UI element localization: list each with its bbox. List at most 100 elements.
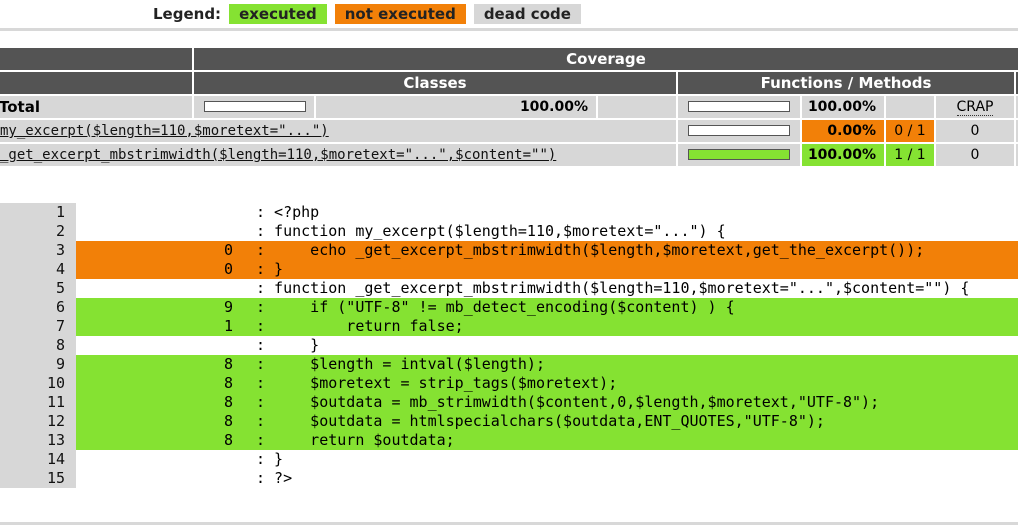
source-line: 9 8 : $length = intval($length);: [0, 355, 1018, 374]
source-line: 5 : function _get_excerpt_mbstrimwidth($l…: [0, 279, 1018, 298]
execution-count: 8: [223, 374, 233, 392]
classes-progress-bar: [204, 101, 306, 112]
code-line: 9 : if ("UTF-8" != mb_detect_encoding($co…: [76, 298, 1018, 317]
code-text: : return $outdata;: [256, 431, 455, 449]
source-line: 10 8 : $moretext = strip_tags($moretext);: [0, 374, 1018, 393]
code-line: 0 : }: [76, 260, 1018, 279]
code-line: : <?php: [76, 203, 1018, 222]
code-line: : ?>: [76, 469, 1018, 488]
code-line: : function my_excerpt($length=110,$moret…: [76, 222, 1018, 241]
code-line: 8 : return $outdata;: [76, 431, 1018, 450]
code-text: : }: [256, 450, 284, 468]
execution-count: 0: [223, 241, 233, 259]
execution-count: 8: [223, 431, 233, 449]
source-line: 14 : }: [0, 450, 1018, 469]
code-text: : $length = intval($length);: [256, 355, 545, 373]
source-line: 3 0 : echo _get_excerpt_mbstrimwidth($leng…: [0, 241, 1018, 260]
execution-count: 8: [223, 412, 233, 430]
my-excerpt-progress-bar: [688, 125, 790, 136]
code-line: 0 : echo _get_excerpt_mbstrimwidth($lengt…: [76, 241, 1018, 260]
header-blank: [0, 48, 192, 70]
coverage-row-get-excerpt: _get_excerpt_mbstrimwidth($length=110,$m…: [0, 144, 1018, 168]
classes-ratio: [598, 96, 676, 118]
functions-header: Functions / Methods: [678, 72, 1014, 94]
code-text: : function _get_excerpt_mbstrimwidth($le…: [256, 279, 970, 297]
code-text: : $outdata = htmlspecialchars($outdata,E…: [256, 412, 825, 430]
coverage-header: Coverage: [194, 48, 1018, 70]
total-func-bar-cell: [678, 96, 800, 118]
code-line: 1: return false;: [76, 317, 1018, 336]
row-name-total: Total: [0, 96, 192, 118]
source-line: 7 1: return false;: [0, 317, 1018, 336]
line-number: 8: [0, 336, 76, 355]
code-line: 8 : $moretext = strip_tags($moretext);: [76, 374, 1018, 393]
crap-label: CRAP: [956, 99, 994, 116]
get-excerpt-crap: 0: [936, 144, 1014, 166]
execution-count: 1: [223, 317, 233, 335]
line-number: 1: [0, 203, 76, 222]
line-number: 6: [0, 298, 76, 317]
line-number: 10: [0, 374, 76, 393]
line-number: 3: [0, 241, 76, 260]
total-func-progress-bar: [688, 101, 790, 112]
code-line: 8 : $length = intval($length);: [76, 355, 1018, 374]
legend-not-executed: not executed: [334, 4, 466, 24]
code-text: : }: [256, 336, 320, 354]
code-line: : }: [76, 450, 1018, 469]
source-line: 1 : <?php: [0, 203, 1018, 222]
top-divider: [0, 28, 1018, 31]
get-excerpt-progress-bar: [688, 149, 790, 160]
code-line: 8: $outdata = mb_strimwidth($content,0,$…: [76, 393, 1018, 412]
line-number: 4: [0, 260, 76, 279]
subheader-blank: [0, 72, 192, 94]
line-number: 9: [0, 355, 76, 374]
method-name-cell: _get_excerpt_mbstrimwidth($length=110,$m…: [0, 144, 676, 166]
coverage-row-total: Total 100.00% 100.00% CRAP: [0, 96, 1018, 120]
get-excerpt-ratio: 1 / 1: [886, 144, 934, 166]
line-number: 13: [0, 431, 76, 450]
code-text: : $moretext = strip_tags($moretext);: [256, 374, 618, 392]
source-listing: 1 : <?php 2 : function my_excerpt($length=1…: [0, 203, 1018, 488]
legend-executed: executed: [229, 4, 327, 24]
source-line: 4 0 : }: [0, 260, 1018, 279]
coverage-row-my-excerpt: my_excerpt($length=110,$moretext="...") …: [0, 120, 1018, 144]
source-line: 13 8 : return $outdata;: [0, 431, 1018, 450]
code-text: : function my_excerpt($length=110,$moret…: [256, 222, 726, 240]
code-text: : <?php: [256, 203, 320, 221]
source-line: 11 8: $outdata = mb_strimwidth($content,0…: [0, 393, 1018, 412]
method-link-get-excerpt[interactable]: _get_excerpt_mbstrimwidth($length=110,$m…: [0, 147, 556, 163]
method-link-my-excerpt[interactable]: my_excerpt($length=110,$moretext="..."): [0, 123, 329, 139]
execution-count: 8: [223, 393, 233, 411]
line-number: 5: [0, 279, 76, 298]
line-number: 7: [0, 317, 76, 336]
code-text: : echo _get_excerpt_mbstrimwidth($length…: [256, 241, 925, 259]
source-line: 12 8: $outdata = htmlspecialchars($outdat…: [0, 412, 1018, 431]
total-func-percent: 100.00%: [802, 96, 884, 118]
code-text: : }: [256, 260, 284, 278]
get-excerpt-percent: 100.00%: [802, 144, 884, 166]
execution-count: 9: [223, 298, 233, 316]
line-number: 15: [0, 469, 76, 488]
code-text: : ?>: [256, 469, 293, 487]
source-line: 15 : ?>: [0, 469, 1018, 488]
legend-dead-code: dead code: [473, 4, 581, 24]
legend-title: Legend:: [153, 5, 222, 23]
execution-count: 8: [223, 355, 233, 373]
crap-header: CRAP: [936, 96, 1014, 118]
code-text: : if ("UTF-8" != mb_detect_encoding($con…: [256, 298, 735, 316]
total-label: Total: [0, 98, 40, 116]
coverage-subheader-row: Classes Functions / Methods: [0, 72, 1018, 96]
method-name-cell: my_excerpt($length=110,$moretext="..."): [0, 120, 676, 142]
classes-bar-cell: [194, 96, 314, 118]
my-excerpt-percent: 0.00%: [802, 120, 884, 142]
line-number: 2: [0, 222, 76, 241]
execution-count: 0: [223, 260, 233, 278]
source-line: 6 9 : if ("UTF-8" != mb_detect_encoding($c…: [0, 298, 1018, 317]
source-line: 8 : }: [0, 336, 1018, 355]
my-excerpt-crap: 0: [936, 120, 1014, 142]
line-number: 11: [0, 393, 76, 412]
line-number: 14: [0, 450, 76, 469]
my-excerpt-bar-cell: [678, 120, 800, 142]
get-excerpt-progress-fill: [689, 150, 789, 159]
classes-percent: 100.00%: [316, 96, 596, 118]
